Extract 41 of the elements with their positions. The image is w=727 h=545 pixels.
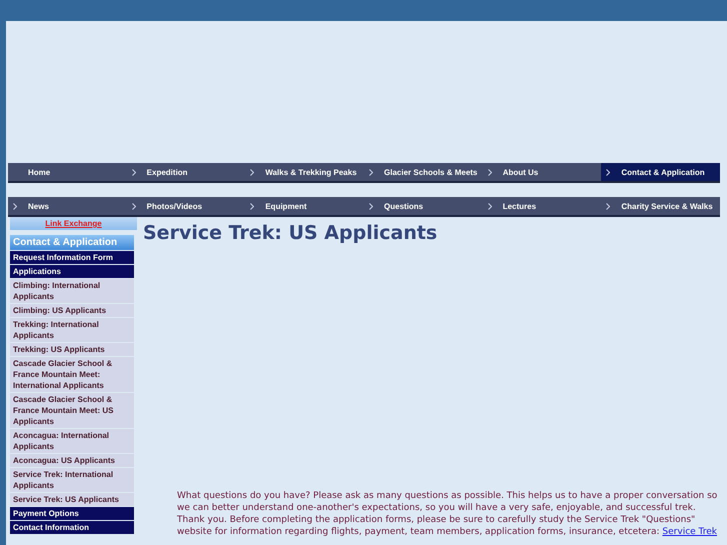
menu-link[interactable]: Service Trek: US Applicants [10,493,134,506]
chevron-icon [369,168,374,176]
chevron-icon [488,168,492,176]
menu-link[interactable]: Climbing: International Applicants [10,279,134,303]
nav-link[interactable]: Questions [364,197,483,215]
chevron-icon [606,168,610,176]
chevron-icon [132,168,136,176]
menu-link[interactable]: Service Trek: International Applicants [10,468,134,492]
menu-link[interactable]: Aconcagua: US Applicants [10,454,134,467]
nav-link[interactable]: About Us [482,163,602,181]
chevron-icon [369,202,374,210]
menu-group-link[interactable]: Payment Options [10,507,134,520]
menu-group-link[interactable]: Request Information Form [10,251,134,264]
nav-link[interactable]: Contact & Application [601,163,720,181]
menu-group-link[interactable]: Contact Information [10,521,134,534]
menu-link[interactable]: Aconcagua: International Applicants [10,429,134,453]
nav-link[interactable]: Equipment [245,197,364,215]
menu-link[interactable]: Cascade Glacier School & France Mountain Meet: International Applicants [10,357,134,392]
nav-link[interactable]: Charity Service & Walks [601,197,720,215]
nav-link[interactable]: Lectures [482,197,602,215]
nav-link[interactable]: Expedition [126,163,246,181]
menu-link[interactable]: Cascade Glacier School & France Mountain Meet: US Applicants [10,393,134,428]
nav-link[interactable]: Walks & Trekking Peaks [245,163,364,181]
intro-paragraph: What questions do you have? Please ask as many questions as possible. This helps us to have a proper conversation so we can better understand one-another's expectations, so you will have a very safe, enjoyable, and successful trek. Thank you. Before completing the application forms, please be sure to carefully study the Service Trek "Questions" website for information regarding flights, payment, team members, application forms, insurance, etcetera: Service Trek [177,490,718,538]
chevron-icon [13,202,17,210]
faq-link[interactable]: Service Trek [662,527,717,537]
chevron-icon [488,202,492,210]
chevron-icon [250,202,254,210]
nav-link[interactable]: News [8,197,127,215]
chevron-icon [132,202,136,210]
menu-link[interactable]: Trekking: International Applicants [10,318,134,342]
nav-link[interactable]: Glacier Schools & Meets [364,163,483,181]
nav-link[interactable]: Home [8,163,127,181]
menu-link[interactable]: Trekking: US Applicants [10,343,134,356]
nav-link[interactable]: Photos/Videos [126,197,246,215]
chevron-icon [606,202,610,210]
chevron-icon [250,168,254,176]
menu-link[interactable]: Climbing: US Applicants [10,304,134,317]
section-heading: Contact & Application [10,235,134,250]
page-title: Service Trek: US Applicants [143,222,438,244]
menu-group-link[interactable]: Applications [10,265,134,278]
